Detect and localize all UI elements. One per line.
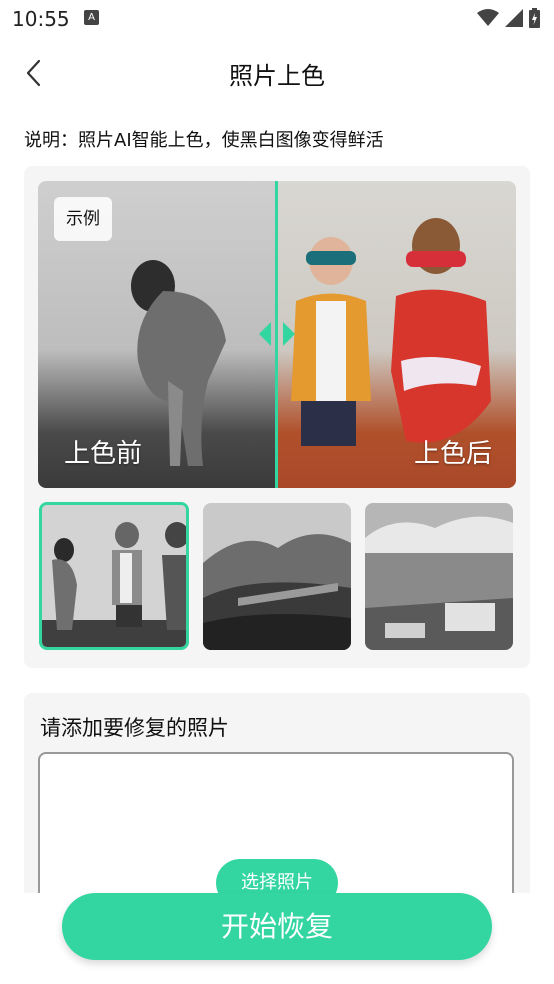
- coastal-town-thumbnail: [365, 503, 513, 650]
- upload-title: 请添加要修复的照片: [40, 716, 229, 740]
- start-restore-button[interactable]: 开始恢复: [62, 893, 492, 960]
- wifi-icon: [477, 9, 499, 26]
- before-after-comparison[interactable]: 示例 上色前 上色后: [38, 181, 516, 488]
- signal-icon: [505, 9, 523, 27]
- drag-handle-icon[interactable]: [259, 319, 295, 349]
- after-label: 上色后: [413, 439, 492, 469]
- status-bar: 10:55 A: [0, 0, 554, 36]
- status-icons: [477, 8, 540, 28]
- children-photo-thumbnail: [42, 505, 186, 647]
- battery-charging-icon: [529, 8, 540, 28]
- top-bar: 照片上色: [0, 42, 554, 104]
- description-text: 说明：照片AI智能上色，使黑白图像变得鲜活: [24, 130, 384, 151]
- viaduct-landscape-thumbnail: [203, 503, 351, 650]
- thumbnail-children[interactable]: [39, 502, 189, 650]
- page-title: 照片上色: [229, 62, 325, 90]
- before-label: 上色前: [64, 439, 143, 469]
- children-figures-colored: [291, 218, 491, 446]
- thumbnail-coastal-town[interactable]: [365, 503, 513, 650]
- status-time: 10:55: [12, 7, 70, 31]
- thumbnail-viaduct[interactable]: [203, 503, 351, 650]
- example-tag: 示例: [54, 197, 112, 241]
- a-notification-icon: A: [84, 10, 99, 25]
